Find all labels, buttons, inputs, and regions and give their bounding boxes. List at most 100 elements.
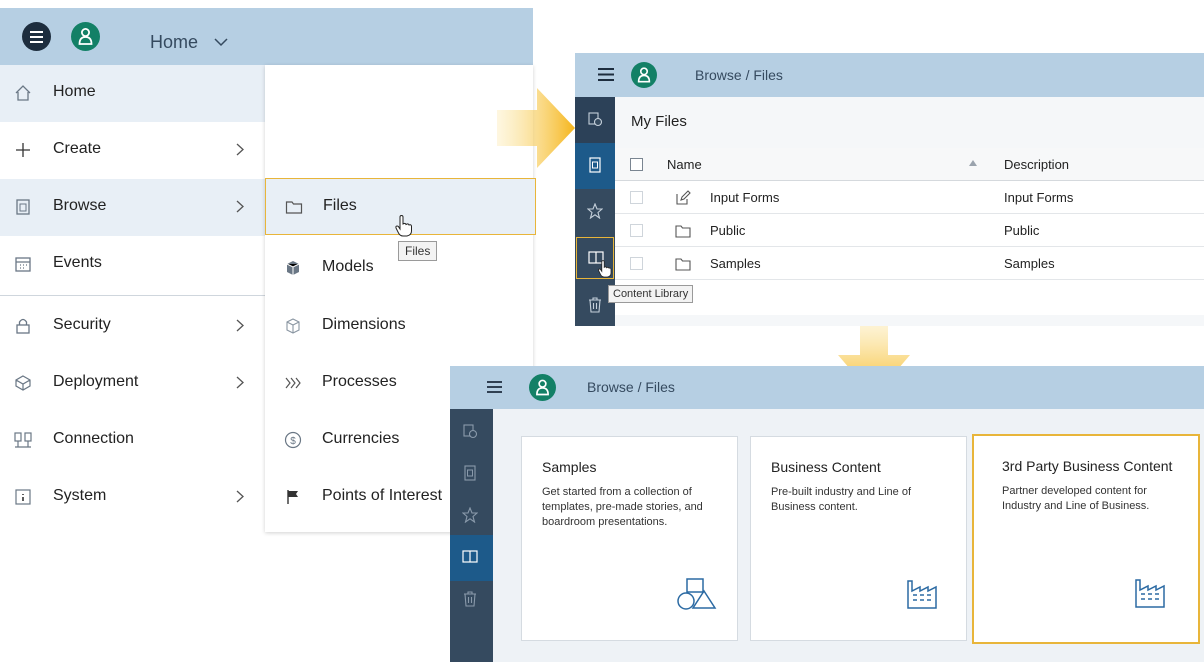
- row-checkbox[interactable]: [630, 191, 643, 204]
- page-title[interactable]: Home: [150, 32, 198, 53]
- chevron-right-icon: [236, 200, 244, 213]
- folder-icon: [675, 258, 691, 271]
- card-business-content[interactable]: Business Content Pre-built industry and …: [750, 436, 967, 641]
- rail-browse-button[interactable]: [450, 409, 493, 455]
- chevron-right-icon: [236, 376, 244, 389]
- processes-icon: [285, 377, 301, 389]
- menu-item-events[interactable]: Events: [0, 236, 265, 293]
- menu-item-create[interactable]: Create: [0, 122, 265, 179]
- card-description: Pre-built industry and Line of Business …: [771, 486, 912, 513]
- column-header-name[interactable]: Name: [667, 157, 702, 172]
- rail-favorites-button[interactable]: [575, 189, 615, 235]
- menu-item-system[interactable]: System: [0, 469, 265, 526]
- my-files-panel: Browse / Files My Files Name Description: [575, 53, 1204, 326]
- menu-divider: [0, 295, 265, 296]
- card-description: Partner developed content for Industry a…: [1002, 485, 1150, 512]
- menu-item-label: Security: [53, 316, 111, 333]
- menu-item-deployment[interactable]: Deployment: [0, 355, 265, 412]
- arrow-right-icon: [497, 88, 575, 168]
- card-title: Business Content: [771, 459, 881, 475]
- files-icon: [464, 465, 476, 481]
- side-menu: Home Create Browse Events Security Deplo…: [0, 65, 265, 535]
- menu-item-connection[interactable]: Connection: [0, 412, 265, 469]
- home-icon: [15, 85, 31, 101]
- row-checkbox[interactable]: [630, 257, 643, 270]
- chevron-right-icon: [236, 490, 244, 503]
- hand-cursor-icon: [598, 260, 612, 278]
- book-icon: [462, 550, 478, 563]
- svg-text:$: $: [290, 436, 296, 447]
- breadcrumb[interactable]: Browse / Files: [695, 67, 783, 83]
- files-icon: [589, 157, 601, 173]
- row-description: Public: [1004, 223, 1040, 238]
- table-row[interactable]: Samples Samples: [615, 247, 1204, 280]
- menu-item-label: Home: [53, 83, 96, 100]
- currency-icon: $: [284, 431, 302, 449]
- menu-item-label: Deployment: [53, 373, 139, 390]
- avatar[interactable]: [631, 62, 657, 88]
- breadcrumb[interactable]: Browse / Files: [587, 379, 675, 395]
- menu-item-home[interactable]: Home: [0, 65, 265, 122]
- submenu-item-label: Currencies: [322, 430, 400, 447]
- folder-icon: [285, 201, 303, 214]
- menu-item-label: System: [53, 487, 107, 504]
- rail-browse-button[interactable]: [575, 97, 615, 143]
- trash-icon: [589, 297, 601, 313]
- menu-item-label: Events: [53, 254, 102, 271]
- rail-favorites-button[interactable]: [450, 493, 493, 539]
- submenu-item-dimensions[interactable]: Dimensions: [265, 298, 533, 354]
- column-header-description[interactable]: Description: [1004, 157, 1069, 172]
- rail-content-library-button[interactable]: [576, 237, 614, 279]
- submenu-item-files[interactable]: Files: [265, 178, 536, 237]
- menu-icon[interactable]: [597, 67, 615, 82]
- table-row[interactable]: Input Forms Input Forms: [615, 181, 1204, 214]
- row-checkbox[interactable]: [630, 224, 643, 237]
- table-row[interactable]: Public Public: [615, 214, 1204, 247]
- shell-header: Home: [0, 8, 533, 65]
- files-table: Name Description Input Forms Input Forms…: [615, 148, 1204, 315]
- plus-icon: [16, 143, 30, 157]
- connection-icon: [14, 432, 32, 448]
- star-icon: [462, 507, 478, 523]
- lock-icon: [16, 318, 30, 334]
- deployment-icon: [15, 375, 31, 391]
- browse-icon: [463, 424, 478, 439]
- row-name[interactable]: Samples: [710, 256, 761, 271]
- sort-ascending-icon[interactable]: [969, 160, 977, 166]
- rail-content-library-button[interactable]: [450, 535, 493, 581]
- rail-trash-button[interactable]: [450, 577, 493, 623]
- shapes-icon: [677, 578, 717, 610]
- submenu-item-label: Processes: [322, 373, 397, 390]
- rail-files-button[interactable]: [575, 143, 615, 189]
- table-header-row: Name Description: [615, 148, 1204, 181]
- row-description: Input Forms: [1004, 190, 1074, 205]
- avatar[interactable]: [71, 22, 100, 51]
- submenu-item-label: Points of Interest: [322, 487, 443, 504]
- chevron-right-icon: [236, 319, 244, 332]
- card-3rd-party-business-content[interactable]: 3rd Party Business Content Partner devel…: [972, 434, 1200, 644]
- row-name[interactable]: Public: [710, 223, 745, 238]
- hand-cursor-icon: [395, 215, 412, 237]
- menu-item-label: Connection: [53, 430, 134, 447]
- star-icon: [587, 203, 603, 219]
- rail-files-button[interactable]: [450, 451, 493, 497]
- card-samples[interactable]: Samples Get started from a collection of…: [521, 436, 738, 641]
- content-library-panel: Browse / Files Samples Get started from …: [450, 366, 1204, 662]
- select-all-checkbox[interactable]: [630, 158, 643, 171]
- chevron-down-icon[interactable]: [214, 38, 228, 47]
- menu-item-browse[interactable]: Browse: [0, 179, 265, 236]
- row-description: Samples: [1004, 256, 1055, 271]
- row-name[interactable]: Input Forms: [710, 190, 779, 205]
- factory-icon: [907, 580, 937, 609]
- factory-icon: [1135, 579, 1165, 608]
- menu-item-label: Browse: [53, 197, 107, 214]
- browse-icon: [16, 199, 30, 215]
- avatar[interactable]: [529, 374, 556, 401]
- menu-item-security[interactable]: Security: [0, 298, 265, 355]
- menu-icon[interactable]: [22, 22, 51, 51]
- flag-icon: [287, 490, 298, 504]
- submenu-item-label: Models: [322, 258, 374, 275]
- menu-item-label: Create: [53, 140, 102, 157]
- chevron-right-icon: [236, 143, 244, 156]
- menu-icon[interactable]: [486, 380, 503, 394]
